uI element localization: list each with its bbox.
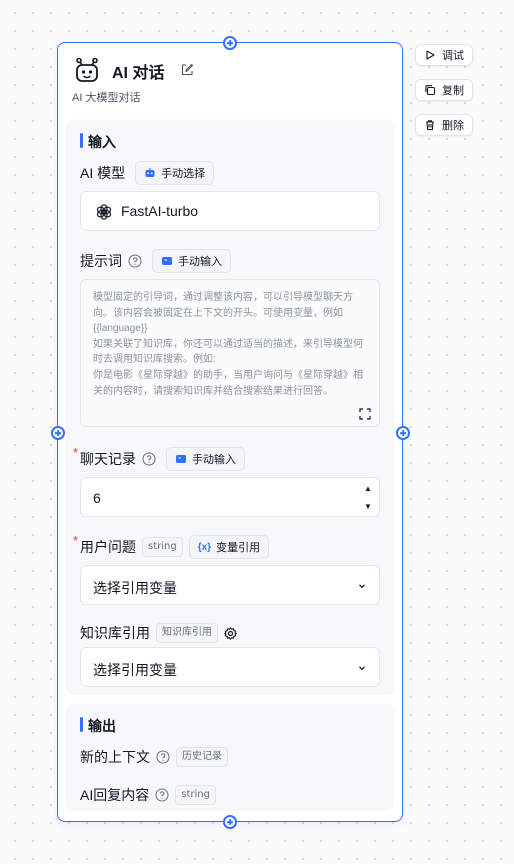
question-label: 用户问题	[80, 539, 136, 555]
bottom-handle-icon[interactable]	[223, 815, 237, 829]
question-select-value: 选择引用变量	[93, 580, 177, 596]
history-mode-button[interactable]: 手动输入	[166, 447, 245, 471]
prompt-mode-label: 手动输入	[178, 256, 222, 268]
delete-label: 删除	[442, 120, 464, 132]
play-icon	[426, 50, 435, 60]
knowledge-label: 知识库引用	[80, 625, 150, 641]
history-mode-label: 手动输入	[192, 454, 236, 466]
history-label-row: * 聊天记录 手动输入	[73, 445, 245, 471]
knowledge-select-value: 选择引用变量	[93, 662, 177, 678]
history-label: 聊天记录	[80, 451, 136, 467]
required-mark: *	[73, 533, 79, 548]
input-section: 输入 AI 模型 手动选择 FastAI-turbo 提示词 手动输入 模型固定…	[66, 119, 394, 695]
prompt-placeholder: 模型固定的引导词，通过调整该内容，可以引导模型聊天方向。该内容会被固定在上下文的…	[93, 292, 363, 397]
chevron-down-icon	[359, 584, 365, 589]
node-title: AI 对话	[112, 65, 165, 82]
model-label: AI 模型	[80, 165, 126, 181]
right-handle-icon[interactable]	[396, 426, 410, 440]
output-item: 新的上下文 历史记录	[80, 747, 228, 767]
robot-icon	[76, 57, 98, 82]
input-icon	[176, 455, 186, 463]
input-section-title: 输入	[80, 132, 116, 152]
question-mode-button[interactable]: {x} 变量引用	[188, 535, 270, 559]
left-handle-icon[interactable]	[51, 426, 65, 440]
type-tag: 历史记录	[176, 747, 228, 767]
question-label-row: * 用户问题 string {x} 变量引用	[73, 533, 270, 559]
help-icon[interactable]	[155, 788, 169, 802]
prompt-label-row: 提示词 手动输入	[80, 249, 231, 273]
type-tag: string	[175, 785, 216, 805]
knowledge-variable-select[interactable]: 选择引用变量	[80, 647, 380, 687]
input-icon	[162, 257, 172, 265]
type-tag: 知识库引用	[156, 623, 218, 643]
output-item: AI回复内容 string	[80, 785, 216, 805]
output-section: 输出 新的上下文 历史记录 AI回复内容 string	[66, 703, 394, 811]
decrement-icon[interactable]: ▼	[364, 502, 372, 512]
copy-icon	[425, 85, 436, 96]
increment-icon[interactable]: ▲	[364, 484, 372, 494]
type-tag: string	[142, 537, 183, 557]
history-value: 6	[93, 490, 101, 506]
history-number-input[interactable]: 6 ▲ ▼	[80, 477, 380, 517]
chevron-down-icon	[359, 666, 365, 671]
output-label: 新的上下文	[80, 749, 150, 765]
expand-icon[interactable]	[359, 408, 371, 420]
knowledge-label-row: 知识库引用 知识库引用	[80, 623, 237, 643]
required-mark: *	[73, 445, 79, 460]
question-variable-select[interactable]: 选择引用变量	[80, 565, 380, 605]
help-icon[interactable]	[142, 452, 156, 466]
question-mode-label: 变量引用	[216, 542, 261, 554]
variable-icon: {x}	[197, 541, 212, 553]
model-mode-label: 手动选择	[161, 168, 206, 180]
model-value: FastAI-turbo	[121, 203, 199, 219]
top-handle-icon[interactable]	[223, 36, 237, 50]
node-description: AI 大模型对话	[72, 92, 141, 104]
help-icon[interactable]	[156, 750, 170, 764]
copy-button[interactable]: 复制	[415, 79, 473, 101]
prompt-mode-button[interactable]: 手动输入	[152, 249, 231, 273]
prompt-textarea[interactable]: 模型固定的引导词，通过调整该内容，可以引导模型聊天方向。该内容会被固定在上下文的…	[80, 279, 380, 427]
ai-chat-node[interactable]: AI 对话 AI 大模型对话 输入 AI 模型 手动选择 FastAI-turb…	[57, 42, 403, 822]
output-label: AI回复内容	[80, 787, 150, 803]
edit-icon[interactable]	[180, 63, 194, 77]
model-label-row: AI 模型 手动选择	[80, 161, 215, 185]
delete-button[interactable]: 删除	[415, 114, 473, 136]
gear-icon[interactable]	[224, 626, 237, 640]
bot-icon	[145, 168, 155, 177]
trash-icon	[426, 120, 434, 131]
help-icon[interactable]	[128, 254, 142, 268]
debug-button[interactable]: 调试	[415, 44, 473, 66]
debug-label: 调试	[442, 50, 464, 62]
prompt-label: 提示词	[80, 253, 122, 269]
model-select[interactable]: FastAI-turbo	[80, 191, 380, 231]
number-stepper[interactable]: ▲ ▼	[363, 484, 373, 512]
model-mode-button[interactable]: 手动选择	[135, 161, 215, 185]
openai-icon	[96, 204, 112, 220]
copy-label: 复制	[442, 85, 464, 97]
output-section-title: 输出	[80, 716, 116, 736]
